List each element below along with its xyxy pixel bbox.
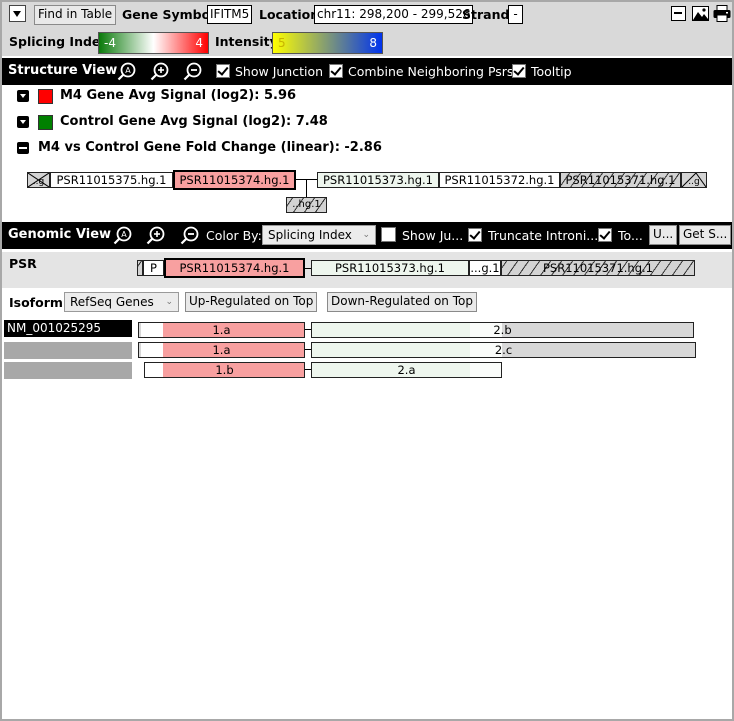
control-avg-signal: Control Gene Avg Signal (log2): 7.48 [60,114,328,129]
combine-psrs-checkbox[interactable] [329,64,343,78]
combine-psrs-label: Combine Neighboring Psrs [348,64,514,79]
tooltip-label: Tooltip [531,64,572,79]
zoom-in-icon[interactable] [146,226,165,245]
psr-segment-hatched[interactable]: ..hg.1 [286,197,327,213]
tooltip-checkbox[interactable] [512,64,526,78]
psr-segment[interactable]: ...g.1 [469,260,501,276]
splicing-max: 4 [195,36,203,50]
psr-segment[interactable]: PSR11015372.hg.1 [439,172,560,188]
top-toolbar: Find in Table Gene Symbol IFITM5 Locatio… [2,2,732,56]
svg-text:A: A [121,230,127,239]
show-junction-checkbox[interactable] [216,64,230,78]
fold-change: M4 vs Control Gene Fold Change (linear):… [38,140,382,155]
exon-segment[interactable]: 2.c [311,342,696,358]
get-button[interactable]: Get S... [679,225,732,245]
psr-segment[interactable]: PSR11015373.hg.1 [317,172,439,188]
location-field[interactable]: chr11: 298,200 - 299,526 [314,5,474,24]
intensity-scale: 5 8 [272,32,383,54]
psr-segment[interactable]: ..g [681,172,707,188]
strand-label: Strand [462,7,510,22]
junction-line [306,179,307,197]
psr-segment[interactable]: PSR11015375.hg.1 [50,172,173,188]
color-by-select[interactable]: Splicing Index ⌄ [262,225,376,245]
image-export-icon[interactable] [692,6,709,21]
find-in-table-button[interactable]: Find in Table [34,5,117,25]
app-window: Find in Table Gene Symbol IFITM5 Locatio… [0,0,734,721]
control-color-swatch [38,115,53,130]
intensity-max: 8 [369,36,377,50]
exon-segment[interactable]: 1.a [138,322,305,338]
print-icon[interactable] [713,5,731,22]
exon-segment[interactable]: 2.a [311,362,502,378]
isoform-source-select[interactable]: RefSeq Genes ⌄ [64,292,179,312]
isoform-source-value: RefSeq Genes [70,295,154,309]
show-junction-label: Show Junction [235,64,324,79]
psr-segment-hatched[interactable]: PSR11015371.hg.1 [501,260,695,276]
psr-segment[interactable]: PSR11015373.hg.1 [311,260,469,276]
isoform-row-label[interactable]: NM_001025295 [4,320,132,337]
down-regulated-button[interactable]: Down-Regulated on Top [327,292,477,312]
intensity-label: Intensity [215,34,278,49]
psr-segment-selected[interactable]: PSR11015374.hg.1 [173,170,296,190]
zoom-out-icon[interactable] [183,62,202,81]
exon-segment[interactable]: 2.b [311,322,694,338]
truncate-intronic-checkbox[interactable] [468,228,482,242]
up-regulated-button[interactable]: Up-Regulated on Top [185,292,318,312]
genomic-view-title: Genomic View [8,227,112,242]
psr-segment[interactable]: ..g [27,172,50,188]
isoform-row-label[interactable] [4,342,132,359]
psr-track: PSR P PSR11015374.hg.1 PSR11015373.hg.1 … [2,252,732,288]
genomic-view-toolbar: Genomic View A Color By: Splicing Index … [2,222,732,249]
to-label: To... [618,228,643,243]
isoform-label: Isoform [9,295,63,310]
tree-toggle-control[interactable] [17,116,29,128]
exon-segment[interactable]: 1.a [138,342,305,358]
tree-toggle-fold-change[interactable] [17,142,29,154]
svg-text:A: A [125,66,131,75]
u-button[interactable]: U... [649,225,678,245]
psr-segment-selected[interactable]: PSR11015374.hg.1 [164,258,305,278]
zoom-auto-icon[interactable]: A [113,226,132,245]
chevron-down-icon: ⌄ [362,230,370,240]
collapse-icon[interactable] [671,6,686,21]
exon-segment[interactable]: 1.b [144,362,305,378]
color-by-label: Color By: [206,228,262,243]
splicing-min: -4 [104,36,116,50]
gene-symbol-field[interactable]: IFITM5 [207,5,253,24]
splicing-index-label: Splicing Index [9,34,109,49]
psr-label: PSR [9,256,37,271]
menu-dropdown-button[interactable] [9,5,26,22]
zoom-out-icon[interactable] [180,226,199,245]
junction-line [296,179,318,180]
isoform-row-label[interactable] [4,362,132,379]
location-label: Location [259,7,320,22]
structure-view-title: Structure View [8,63,118,78]
psr-segment-hatched[interactable]: PSR11015371.hg.1 [560,172,681,188]
color-by-value: Splicing Index [268,228,352,242]
gene-symbol-label: Gene Symbol [122,7,215,22]
structure-view-toolbar: Structure View A Show Junction Combine N… [2,58,732,85]
zoom-auto-icon[interactable]: A [117,62,136,81]
zoom-in-icon[interactable] [150,62,169,81]
truncate-intronic-label: Truncate Introni... [488,228,599,243]
psr-segment[interactable]: P [143,260,164,276]
m4-avg-signal: M4 Gene Avg Signal (log2): 5.96 [60,88,297,103]
m4-color-swatch [38,89,53,104]
strand-field[interactable]: - [508,5,523,24]
chevron-down-icon: ⌄ [165,297,173,307]
tree-toggle-m4[interactable] [17,90,29,102]
intensity-min: 5 [278,36,286,50]
show-junction-label: Show Ju... [402,228,464,243]
show-junction-checkbox[interactable] [381,227,396,242]
to-checkbox[interactable] [598,228,612,242]
splicing-index-scale: -4 4 [98,32,209,54]
